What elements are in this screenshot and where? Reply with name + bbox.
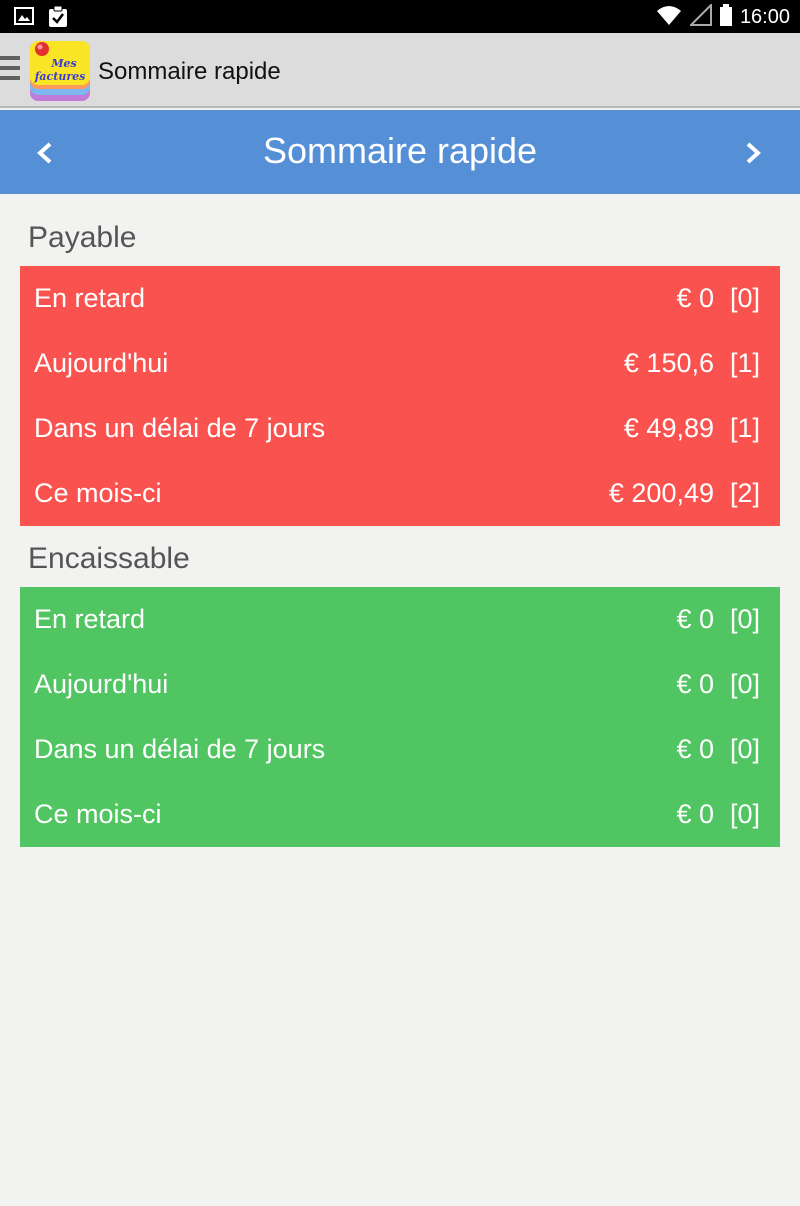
action-bar: Mes factures Sommaire rapide bbox=[0, 33, 800, 108]
receivable-row-this-month[interactable]: Ce mois-ci € 0 [0] bbox=[20, 782, 780, 847]
receivable-row-today[interactable]: Aujourd'hui € 0 [0] bbox=[20, 652, 780, 717]
payable-row-7-days[interactable]: Dans un délai de 7 jours € 49,89 [1] bbox=[20, 396, 780, 461]
row-label: Ce mois-ci bbox=[34, 799, 162, 829]
row-count: [0] bbox=[729, 734, 760, 764]
clipboard-check-icon bbox=[48, 5, 68, 33]
row-count: [1] bbox=[729, 413, 760, 443]
row-label: Aujourd'hui bbox=[34, 348, 169, 378]
payable-section-title: Payable bbox=[28, 221, 137, 254]
action-bar-title: Sommaire rapide bbox=[98, 58, 281, 85]
receivable-row-overdue[interactable]: En retard € 0 [0] bbox=[20, 587, 780, 652]
payable-row-today[interactable]: Aujourd'hui € 150,6 [1] bbox=[20, 331, 780, 396]
logo-text-line1: Mes bbox=[50, 57, 76, 70]
row-amount: € 49,89 bbox=[623, 413, 714, 443]
image-icon bbox=[14, 6, 34, 33]
signal-icon bbox=[688, 2, 712, 31]
row-amount: € 0 bbox=[676, 604, 714, 634]
row-label: Dans un délai de 7 jours bbox=[34, 413, 326, 443]
status-time: 16:00 bbox=[739, 6, 790, 28]
row-amount: € 0 bbox=[676, 734, 714, 764]
row-count: [0] bbox=[729, 669, 760, 699]
payable-row-overdue[interactable]: En retard € 0 [0] bbox=[20, 266, 780, 331]
row-amount: € 0 bbox=[676, 669, 714, 699]
receivable-panel: En retard € 0 [0] Aujourd'hui € 0 [0] Da… bbox=[20, 587, 780, 847]
row-label: Ce mois-ci bbox=[34, 478, 162, 508]
receivable-row-7-days[interactable]: Dans un délai de 7 jours € 0 [0] bbox=[20, 717, 780, 782]
row-label: Dans un délai de 7 jours bbox=[34, 734, 326, 764]
row-count: [2] bbox=[729, 478, 760, 508]
wifi-icon bbox=[656, 4, 682, 31]
status-bar: 16:00 bbox=[0, 0, 800, 33]
logo-text-line2: factures bbox=[34, 70, 86, 83]
row-label: Aujourd'hui bbox=[34, 669, 169, 699]
payable-row-this-month[interactable]: Ce mois-ci € 200,49 [2] bbox=[20, 461, 780, 526]
period-nav-bar: Sommaire rapide bbox=[0, 110, 800, 194]
row-amount: € 200,49 bbox=[608, 478, 714, 508]
receivable-section-title: Encaissable bbox=[28, 542, 190, 575]
row-amount: € 150,6 bbox=[623, 348, 714, 378]
row-count: [1] bbox=[729, 348, 760, 378]
row-amount: € 0 bbox=[676, 799, 714, 829]
row-amount: € 0 bbox=[676, 283, 714, 313]
row-label: En retard bbox=[34, 604, 146, 634]
row-count: [0] bbox=[729, 604, 760, 634]
row-count: [0] bbox=[729, 283, 760, 313]
row-count: [0] bbox=[729, 799, 760, 829]
page-title: Sommaire rapide bbox=[262, 130, 538, 171]
app-logo[interactable]: Mes factures bbox=[28, 39, 92, 103]
row-label: En retard bbox=[34, 283, 146, 313]
chevron-right-icon[interactable] bbox=[738, 136, 768, 170]
payable-panel: En retard € 0 [0] Aujourd'hui € 150,6 [1… bbox=[20, 266, 780, 526]
drawer-menu-icon[interactable] bbox=[0, 56, 22, 86]
battery-icon bbox=[719, 4, 732, 31]
